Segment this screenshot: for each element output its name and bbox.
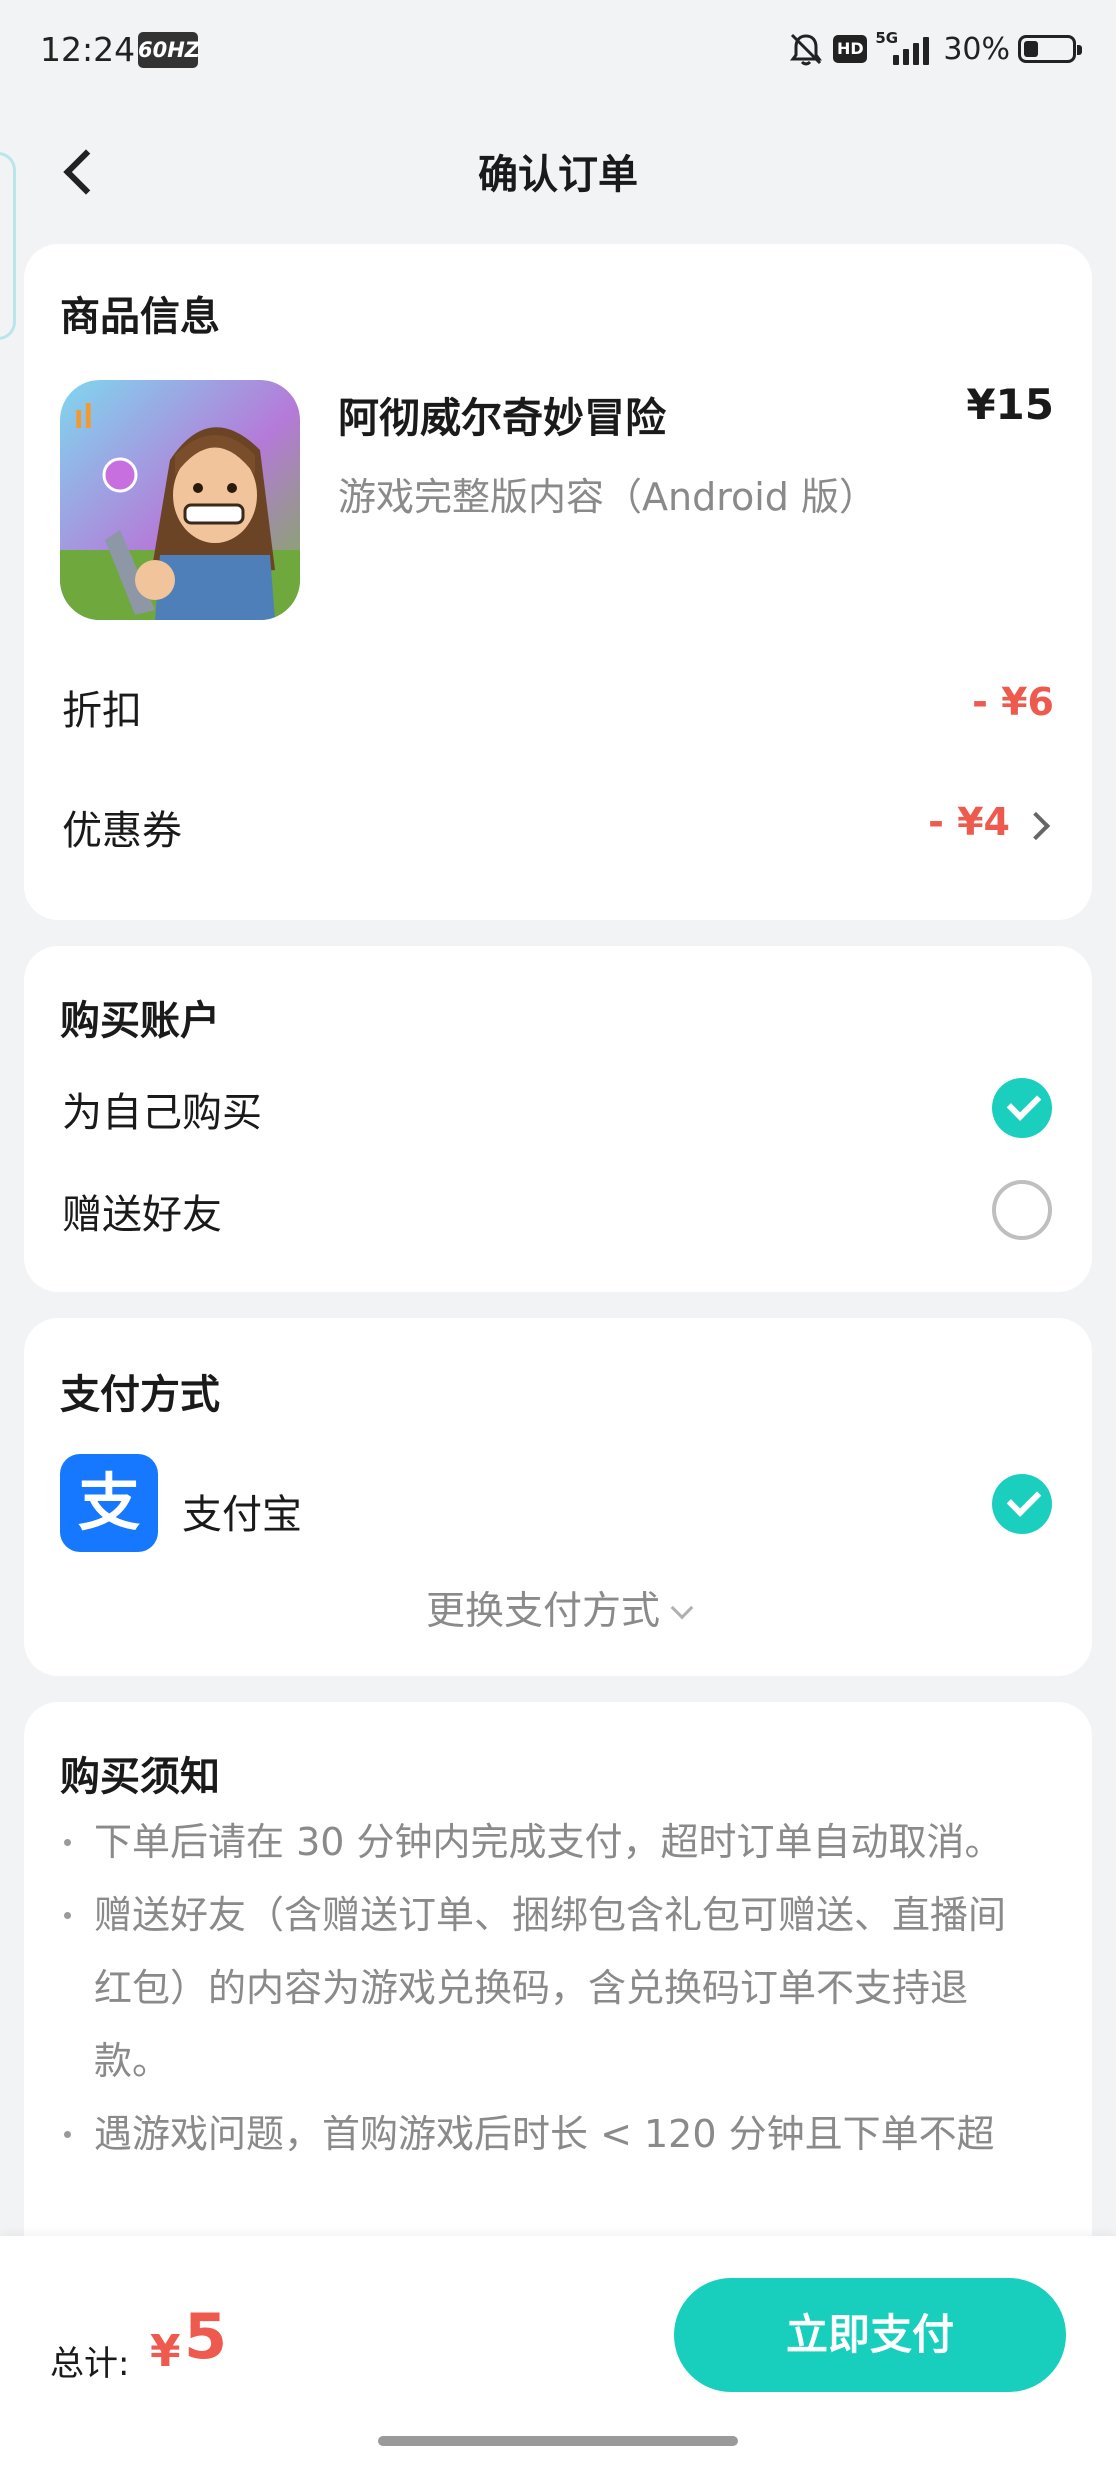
payment-method-name: 支付宝 [182,1492,302,1538]
coupon-value: - ¥4 [928,800,1010,844]
account-section-title: 购买账户 [60,998,220,1044]
change-payment-label: 更换支付方式 [425,1589,660,1634]
alipay-icon: 支 [60,1454,158,1552]
notice-item: 下单后请在 30 分钟内完成支付，超时订单自动取消。 [60,1806,1032,1879]
bottom-bar: 总计: ¥ 5 立即支付 [0,2236,1116,2480]
option-label: 赠送好友 [62,1192,222,1238]
check-selected-icon[interactable] [992,1474,1052,1534]
notice-card: 购买须知 下单后请在 30 分钟内完成支付，超时订单自动取消。 赠送好友（含赠送… [24,1702,1092,2322]
home-indicator[interactable] [378,2436,738,2446]
signal-5g-icon: 5G [875,29,935,69]
total-currency: ¥ [150,2326,181,2377]
total-label: 总计: [50,2344,130,2384]
status-icons: HD 5G 30% [787,26,1082,72]
discount-label: 折扣 [62,688,142,734]
game-thumbnail: ıl [60,380,300,620]
account-card: 购买账户 为自己购买 赠送好友 [24,946,1092,1292]
notice-section-title: 购买须知 [60,1754,220,1800]
change-payment-button[interactable]: 更换支付方式 [24,1580,1092,1636]
product-price: ¥15 [966,380,1054,429]
status-time: 12:24 [40,30,136,69]
discount-value: - ¥6 [972,680,1054,724]
check-selected-icon[interactable] [992,1078,1052,1138]
notice-item: 遇游戏问题，首购游戏后时长 < 120 分钟且下单不超 [60,2098,1032,2171]
product-card: 商品信息 ıl 阿彻威尔奇妙冒险 游戏完整版内容（Android 版） ¥15 … [24,244,1092,920]
product-name: 阿彻威尔奇妙冒险 [338,394,666,442]
option-label: 为自己购买 [62,1090,262,1136]
battery-icon [1018,35,1082,63]
refresh-rate-badge: 60HZ [138,32,200,68]
battery-fill [1024,41,1038,57]
chevron-down-icon [670,1596,694,1620]
status-bar: 12:24 60HZ HD 5G 30% [0,0,1116,100]
product-section-title: 商品信息 [60,294,220,340]
notice-item: 赠送好友（含赠送订单、捆绑包含礼包可赠送、直播间红包）的内容为游戏兑换码，含兑换… [60,1879,1032,2098]
hd-icon: HD [833,35,868,63]
coupon-label: 优惠券 [62,808,182,854]
payment-card: 支付方式 支 支付宝 更换支付方式 [24,1318,1092,1676]
notice-list: 下单后请在 30 分钟内完成支付，超时订单自动取消。 赠送好友（含赠送订单、捆绑… [60,1806,1032,2171]
game-art-image: ıl [60,380,300,620]
page-title: 确认订单 [478,152,638,198]
battery-percent: 30% [943,31,1010,67]
total-amount: 5 [184,2300,228,2373]
product-description: 游戏完整版内容（Android 版） [338,475,877,519]
bell-mute-icon [790,33,823,66]
chevron-right-icon [1021,811,1051,841]
pay-now-button[interactable]: 立即支付 [674,2278,1066,2392]
radio-unselected-icon[interactable] [992,1180,1052,1240]
svg-text:ıl: ıl [74,398,93,436]
payment-section-title: 支付方式 [60,1372,220,1418]
top-bar: 确认订单 [0,120,1116,220]
